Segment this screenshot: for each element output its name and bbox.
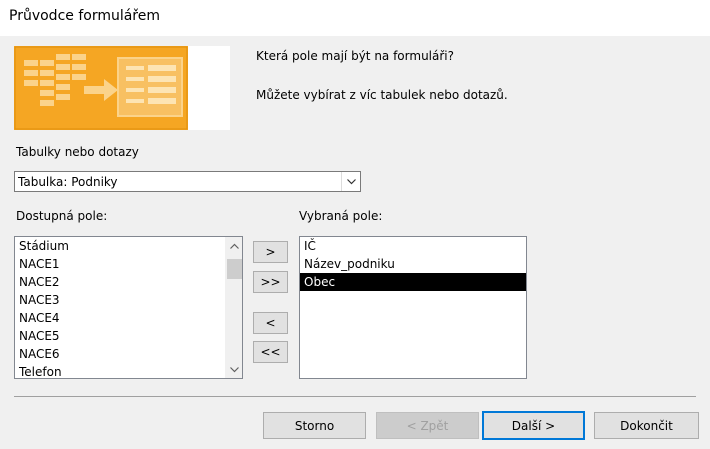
list-item[interactable]: NACE1: [15, 255, 242, 273]
remove-field-button[interactable]: <: [253, 312, 288, 334]
list-item[interactable]: Telefon: [15, 363, 242, 378]
form-wizard-icon: [14, 46, 188, 130]
wizard-hint: Můžete vybírat z víc tabulek nebo dotazů…: [256, 88, 508, 102]
footer-separator: [14, 396, 696, 397]
source-selected-value: Tabulka: Podniky: [18, 175, 118, 189]
source-label: Tabulky nebo dotazy: [16, 145, 139, 159]
scroll-up-icon[interactable]: [226, 237, 242, 254]
list-item-selected[interactable]: Obec: [300, 273, 526, 291]
list-item[interactable]: NACE6: [15, 345, 242, 363]
vertical-scrollbar[interactable]: [225, 237, 242, 378]
source-combobox[interactable]: Tabulka: Podniky: [14, 171, 361, 192]
selected-fields-list[interactable]: IČ Název_podniku Obec: [299, 236, 527, 379]
wizard-question: Která pole mají být na formuláři?: [256, 49, 454, 63]
available-fields-list[interactable]: Stádium NACE1 NACE2 NACE3 NACE4 NACE5 NA…: [14, 236, 243, 379]
scrollbar-thumb[interactable]: [227, 259, 242, 279]
list-item[interactable]: IČ: [300, 237, 526, 255]
back-button[interactable]: < Zpět: [376, 412, 479, 439]
add-field-button[interactable]: >: [253, 241, 288, 263]
selected-fields-label: Vybraná pole:: [299, 209, 383, 223]
dialog-body: Která pole mají být na formuláři? Můžete…: [0, 36, 710, 449]
list-item[interactable]: NACE5: [15, 327, 242, 345]
available-fields-label: Dostupná pole:: [16, 209, 108, 223]
list-item[interactable]: Stádium: [15, 237, 242, 255]
remove-all-fields-button[interactable]: <<: [253, 341, 288, 363]
list-item[interactable]: NACE2: [15, 273, 242, 291]
cancel-button[interactable]: Storno: [263, 412, 366, 439]
window-title: Průvodce formulářem: [0, 0, 710, 36]
list-item[interactable]: NACE3: [15, 291, 242, 309]
add-all-fields-button[interactable]: >>: [253, 271, 288, 293]
list-item[interactable]: NACE4: [15, 309, 242, 327]
next-button[interactable]: Další >: [482, 411, 585, 440]
wizard-illustration: [14, 46, 230, 130]
scroll-down-icon[interactable]: [226, 361, 242, 378]
finish-button[interactable]: Dokončit: [594, 412, 699, 439]
chevron-down-icon[interactable]: [341, 172, 360, 191]
list-item[interactable]: Název_podniku: [300, 255, 526, 273]
